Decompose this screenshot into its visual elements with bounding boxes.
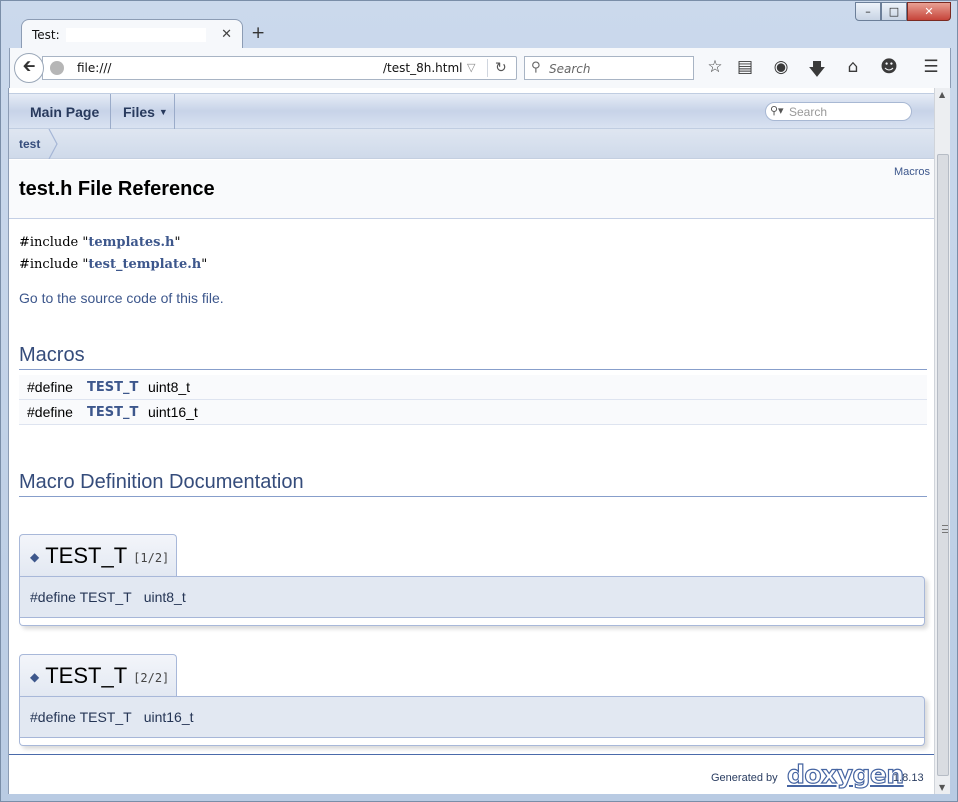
overload-index: [1/2] bbox=[133, 551, 170, 565]
summary-link-macros[interactable]: Macros bbox=[894, 166, 930, 178]
new-tab-button[interactable]: + bbox=[251, 23, 265, 43]
scroll-down-icon[interactable]: ▼ bbox=[939, 783, 945, 792]
member-doc bbox=[19, 738, 925, 746]
table-row: #define TEST_T uint8_t bbox=[19, 375, 927, 400]
include-link-templates[interactable]: templates.h bbox=[88, 235, 174, 250]
browser-search-box[interactable]: ⚲ Search bbox=[524, 56, 694, 80]
hello-icon[interactable]: ☻ bbox=[878, 57, 900, 77]
close-window-button[interactable]: ✕ bbox=[907, 2, 951, 21]
prototype-value: uint16_t bbox=[143, 709, 194, 725]
overload-index: [2/2] bbox=[133, 671, 170, 685]
globe-icon bbox=[50, 61, 64, 75]
include-suffix: " bbox=[174, 235, 181, 250]
member-name: TEST_T bbox=[45, 663, 128, 688]
doxygen-version: 1.8.13 bbox=[893, 772, 924, 784]
table-row: #define TEST_T uint16_t bbox=[19, 400, 927, 425]
breadcrumb-item-test[interactable]: test bbox=[19, 137, 40, 151]
scroll-up-icon[interactable]: ▲ bbox=[939, 90, 945, 99]
member-prototype: #define TEST_T uint16_t bbox=[19, 696, 925, 738]
doc-search-input[interactable]: ⚲▾ Search bbox=[765, 102, 912, 121]
generated-by-label: Generated by bbox=[711, 772, 778, 784]
include-suffix: " bbox=[201, 257, 208, 272]
page-content: Main Page Files ▼ ⚲▾ Search test Macros … bbox=[8, 88, 934, 794]
grip-icon bbox=[942, 525, 948, 533]
url-bar[interactable]: file:/// /test_8h.html ▽ ↻ bbox=[42, 56, 517, 80]
prototype-define: #define TEST_T bbox=[30, 589, 132, 605]
tab-files[interactable]: Files ▼ bbox=[110, 94, 175, 129]
close-tab-icon[interactable]: ✕ bbox=[221, 27, 232, 42]
url-dropdown-icon[interactable]: ▽ bbox=[467, 61, 475, 74]
page-footer: Generated by doxygen 1.8.13 bbox=[9, 754, 934, 794]
doxygen-logo[interactable]: doxygen bbox=[786, 759, 904, 789]
member-title: ◆ TEST_T [1/2] bbox=[19, 534, 177, 577]
tab-title-redacted bbox=[65, 27, 206, 42]
include-prefix: #include " bbox=[19, 235, 89, 250]
prototype-define: #define TEST_T bbox=[30, 709, 132, 725]
pocket-icon[interactable]: ◉ bbox=[770, 57, 792, 77]
macro-keyword: #define bbox=[27, 379, 73, 395]
navigation-toolbar: file:/// /test_8h.html ▽ ↻ 🡰 ⚲ Search ☆ … bbox=[9, 48, 951, 88]
doxygen-navbar: Main Page Files ▼ ⚲▾ Search bbox=[9, 93, 934, 129]
include-line: #include "templates.h" bbox=[19, 232, 207, 254]
tab-bar: Test: ✕ + bbox=[9, 17, 909, 49]
member-doc bbox=[19, 618, 925, 626]
page-title: test.h File Reference bbox=[19, 178, 215, 200]
browser-tab[interactable]: Test: ✕ bbox=[21, 19, 243, 49]
member-title: ◆ TEST_T [2/2] bbox=[19, 654, 177, 697]
home-icon[interactable]: ⌂ bbox=[842, 57, 864, 77]
search-icon: ⚲▾ bbox=[770, 104, 784, 117]
scrollbar-thumb[interactable] bbox=[937, 154, 949, 776]
caret-down-icon: ▼ bbox=[158, 107, 168, 117]
include-list: #include "templates.h" #include "test_te… bbox=[19, 232, 207, 276]
breadcrumb-separator-icon bbox=[48, 129, 58, 159]
menu-icon[interactable]: ☰ bbox=[920, 57, 942, 77]
diamond-icon: ◆ bbox=[30, 550, 40, 564]
tab-main-page[interactable]: Main Page bbox=[30, 94, 99, 129]
back-button[interactable]: 🡰 bbox=[14, 53, 44, 83]
reading-list-icon[interactable]: ▤ bbox=[734, 57, 756, 77]
url-separator bbox=[487, 59, 488, 77]
member-prototype: #define TEST_T uint8_t bbox=[19, 576, 925, 618]
vertical-scrollbar[interactable]: ▲ ▼ bbox=[934, 88, 950, 794]
macro-link[interactable]: TEST_T bbox=[87, 380, 148, 395]
include-line: #include "test_template.h" bbox=[19, 254, 207, 276]
include-link-test-template[interactable]: test_template.h bbox=[88, 257, 201, 272]
url-text-file: /test_8h.html bbox=[383, 61, 463, 75]
download-icon[interactable]: 🡇 bbox=[806, 57, 828, 86]
include-prefix: #include " bbox=[19, 257, 89, 272]
back-arrow-icon: 🡰 bbox=[22, 55, 36, 75]
bookmark-star-icon[interactable]: ☆ bbox=[704, 57, 726, 77]
macros-table: #define TEST_T uint8_t #define TEST_T ui… bbox=[19, 375, 927, 425]
reload-icon[interactable]: ↻ bbox=[495, 60, 507, 76]
macro-docs-heading: Macro Definition Documentation bbox=[19, 471, 927, 497]
url-text-prefix: file:/// bbox=[77, 61, 112, 75]
doc-search-placeholder: Search bbox=[789, 105, 828, 119]
macro-link[interactable]: TEST_T bbox=[87, 405, 148, 420]
tab-files-label: Files bbox=[123, 103, 155, 120]
macro-value: uint8_t bbox=[148, 379, 191, 395]
prototype-value: uint8_t bbox=[143, 589, 186, 605]
page-header: Macros test.h File Reference bbox=[9, 160, 934, 219]
search-icon: ⚲ bbox=[531, 60, 541, 75]
macros-heading: Macros bbox=[19, 344, 927, 370]
breadcrumb: test bbox=[9, 129, 934, 159]
browser-search-placeholder: Search bbox=[549, 62, 591, 76]
diamond-icon: ◆ bbox=[30, 670, 40, 684]
source-code-link[interactable]: Go to the source code of this file. bbox=[19, 290, 224, 306]
macro-keyword: #define bbox=[27, 404, 73, 420]
tab-title: Test: bbox=[32, 27, 60, 42]
macro-value: uint16_t bbox=[148, 404, 198, 420]
member-name: TEST_T bbox=[45, 543, 128, 568]
